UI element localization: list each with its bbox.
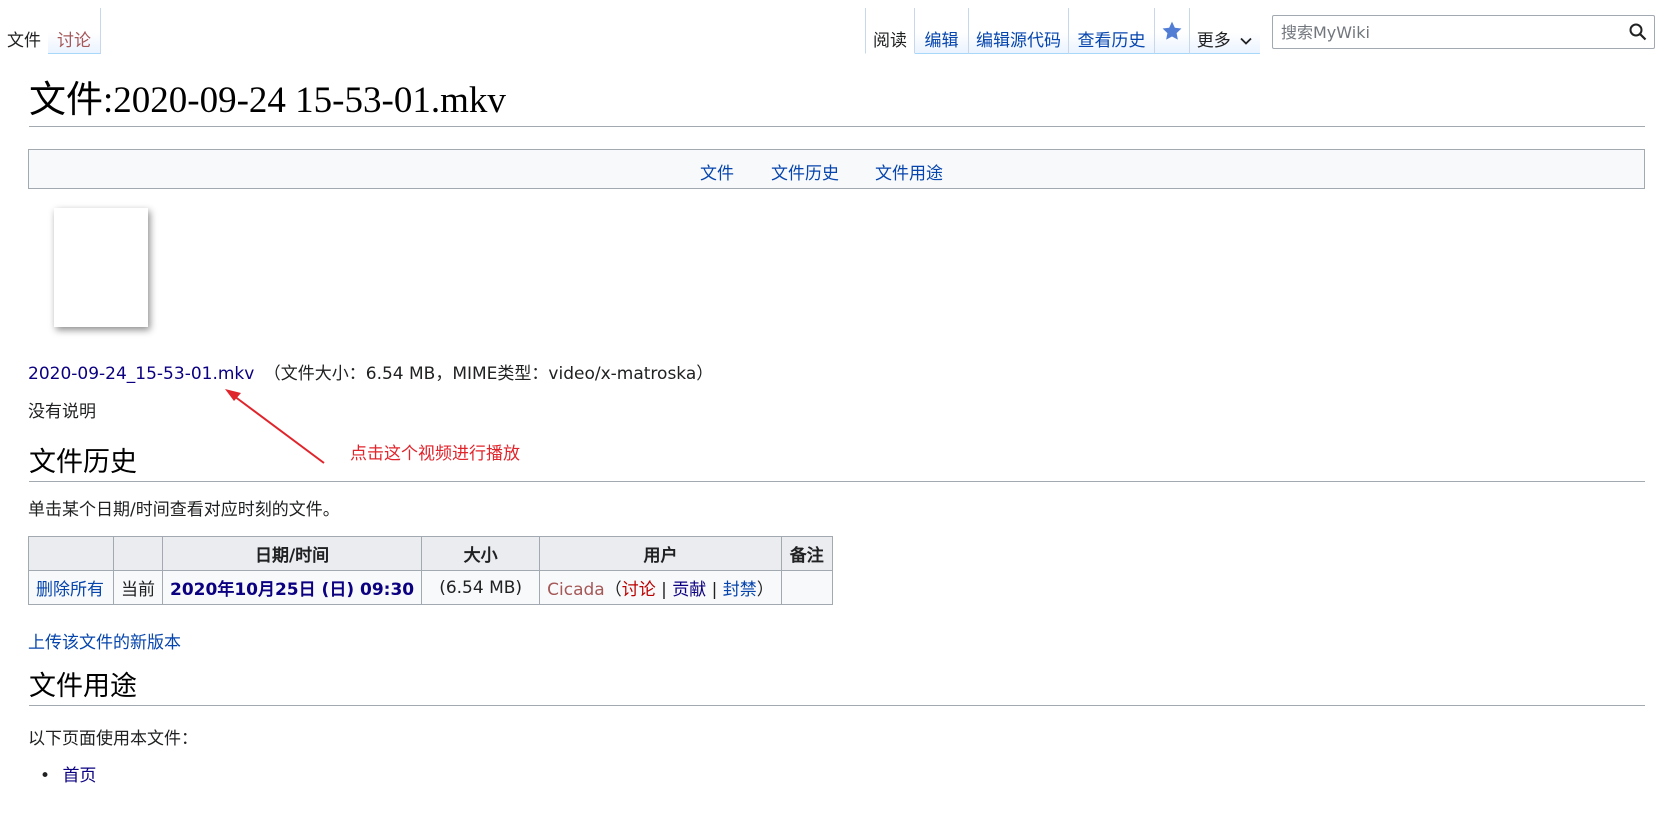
file-history-intro: 单击某个日期/时间查看对应时刻的文件。: [28, 500, 340, 520]
toc-link-file-usage[interactable]: 文件用途: [875, 159, 943, 184]
upload-new-version-link[interactable]: 上传该文件的新版本: [28, 628, 181, 653]
list-item: 首页: [40, 761, 96, 786]
tab-view-history-label: 查看历史: [1077, 31, 1146, 51]
tab-view-history[interactable]: 查看历史: [1069, 8, 1155, 54]
no-description-text: 没有说明: [28, 402, 96, 422]
column-header-user: 用户: [539, 536, 782, 571]
tab-discussion[interactable]: 讨论: [48, 8, 101, 54]
column-header-comment: 备注: [780, 536, 833, 571]
delete-all-link[interactable]: 删除所有: [36, 580, 104, 600]
more-menu[interactable]: 更多: [1190, 8, 1260, 54]
separator-1: |: [655, 580, 673, 600]
cell-status: 当前: [113, 570, 163, 605]
column-header-size: 大小: [421, 536, 541, 571]
column-header-datetime: 日期/时间: [161, 536, 423, 571]
tab-edit[interactable]: 编辑: [915, 8, 969, 54]
tab-edit-source-label: 编辑源代码: [976, 31, 1061, 51]
user-contribs-link[interactable]: 贡献: [672, 580, 706, 600]
search-input[interactable]: [1281, 16, 1611, 48]
chevron-down-icon: [1240, 37, 1252, 45]
cell-comment: [780, 570, 833, 605]
page-title: 文件:2020-09-24 15-53-01.mkv: [29, 76, 1645, 127]
table-header-row: 日期/时间 大小 用户 备注: [28, 536, 833, 571]
cell-size: (6.54 MB): [421, 570, 541, 605]
file-download-link[interactable]: 2020-09-24_15-53-01.mkv: [28, 364, 254, 384]
tab-file[interactable]: 文件: [0, 8, 48, 54]
file-info-line: 2020-09-24_15-53-01.mkv （文件大小：6.54 MB，MI…: [28, 359, 713, 384]
file-details: （文件大小：6.54 MB，MIME类型：video/x-matroska）: [263, 364, 714, 384]
datetime-link[interactable]: 2020年10月25日 (日) 09:30: [170, 580, 414, 600]
file-usage-list: 首页: [40, 761, 96, 786]
watch-star-button[interactable]: [1155, 8, 1190, 54]
column-header-action: [28, 536, 114, 571]
tab-file-label: 文件: [7, 31, 41, 51]
user-link[interactable]: Cicada: [547, 580, 605, 600]
user-open-paren: （: [604, 580, 622, 600]
video-thumbnail[interactable]: [54, 208, 148, 327]
file-usage-heading: 文件用途: [29, 667, 1645, 706]
toc-link-file[interactable]: 文件: [700, 159, 734, 184]
file-history-table: 日期/时间 大小 用户 备注 删除所有 当前 2020年10月25日 (日) 0…: [28, 536, 833, 605]
tab-edit-label: 编辑: [924, 31, 959, 51]
search-box: [1272, 15, 1655, 49]
file-history-heading: 文件历史: [29, 443, 1645, 482]
tab-read[interactable]: 阅读: [865, 8, 915, 54]
user-block-link[interactable]: 封禁: [723, 580, 757, 600]
more-menu-label: 更多: [1196, 31, 1231, 51]
tab-edit-source[interactable]: 编辑源代码: [969, 8, 1069, 54]
usage-page-link[interactable]: 首页: [62, 766, 96, 786]
cell-action: 删除所有: [28, 570, 114, 605]
user-talk-link[interactable]: 讨论: [622, 580, 656, 600]
file-usage-intro: 以下页面使用本文件：: [28, 729, 198, 749]
column-header-status: [113, 536, 163, 571]
tab-read-label: 阅读: [873, 31, 907, 51]
table-row: 删除所有 当前 2020年10月25日 (日) 09:30 (6.54 MB) …: [28, 570, 833, 605]
search-icon[interactable]: [1628, 22, 1648, 42]
separator-2: |: [706, 580, 723, 600]
top-navigation: 文件 讨论 阅读 编辑 编辑源代码 查看历史 更多: [0, 0, 1665, 56]
file-toc: 文件 文件历史 文件用途: [28, 149, 1645, 189]
cell-datetime: 2020年10月25日 (日) 09:30: [161, 570, 423, 605]
star-icon: [1162, 21, 1182, 40]
user-close-paren: ）: [756, 580, 774, 600]
cell-user: Cicada（讨论 | 贡献 | 封禁）: [539, 570, 782, 605]
toc-link-file-history[interactable]: 文件历史: [771, 159, 839, 184]
tab-discussion-label: 讨论: [57, 31, 91, 51]
